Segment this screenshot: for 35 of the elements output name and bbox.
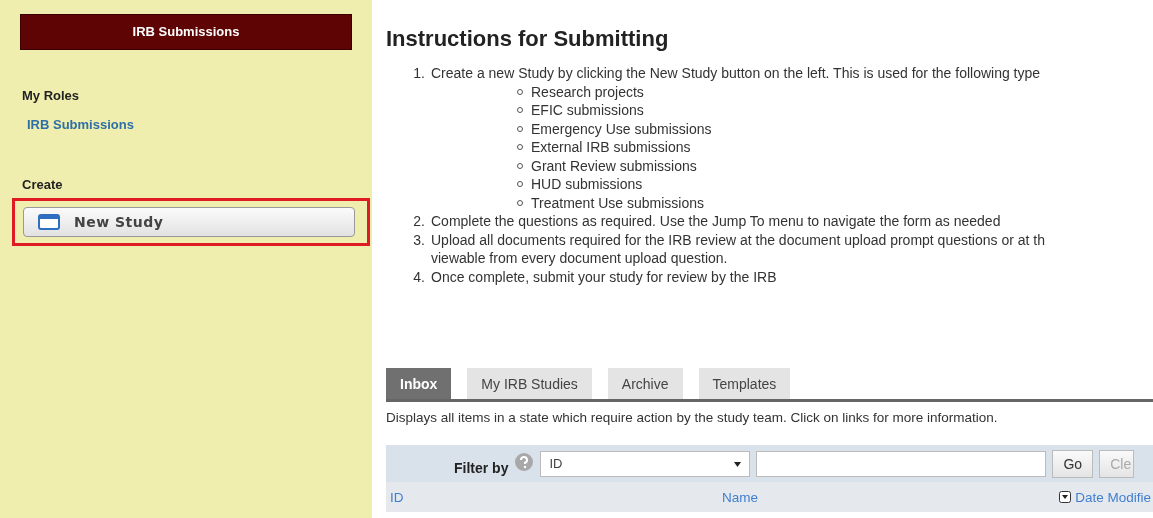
sidebar-title: IRB Submissions: [20, 14, 352, 50]
sub-item-text: Grant Review submissions: [531, 156, 697, 175]
sub-item-text: Treatment Use submissions: [531, 193, 704, 212]
step-text: Upload all documents required for the IRB review at the document upload prompt questions or at th: [431, 230, 1045, 249]
sub-item-text: EFIC submissions: [531, 101, 644, 120]
section-heading: Create: [22, 177, 64, 192]
step-number: 3.: [412, 230, 425, 250]
sub-item-text: External IRB submissions: [531, 138, 691, 157]
tab[interactable]: My IRB Studies: [467, 368, 592, 399]
step-number: 4.: [412, 267, 425, 286]
role-link[interactable]: IRB Submissions: [27, 117, 134, 132]
filter-select[interactable]: ID: [540, 450, 751, 477]
go-button[interactable]: Go: [1052, 449, 1094, 478]
sort-icon[interactable]: [1059, 491, 1072, 503]
step-number: 2.: [412, 212, 425, 231]
sub-item-text: Emergency Use submissions: [531, 119, 712, 138]
section-heading: My Roles: [22, 88, 81, 103]
sub-item-text: HUD submissions: [531, 175, 643, 194]
new-study-button[interactable]: New Study: [23, 207, 355, 237]
step-text: Complete the questions as required. Use the Jump To menu to navigate the form as needed: [431, 212, 1001, 231]
step-text: Create a new Study by clicking the New Study button on the left. This is used for the following type: [431, 64, 1041, 83]
tab[interactable]: Archive: [607, 368, 683, 399]
sub-item-text: Research projects: [531, 82, 644, 101]
window-icon: [38, 214, 60, 230]
page-heading: Instructions for Submitting: [386, 26, 670, 52]
step-text: Once complete, submit your study for review by the IRB: [431, 267, 777, 286]
filter-input[interactable]: [756, 450, 1047, 477]
tab-description: Displays all items in a state which require action by the study team. Click on links for more information.: [386, 410, 999, 425]
step-number: 1.: [412, 64, 425, 83]
help-icon[interactable]: [514, 451, 535, 472]
filter-label: Filter by: [454, 459, 509, 476]
step-text: viewable from every document upload question.: [431, 249, 729, 268]
column-header-link[interactable]: Name: [722, 489, 758, 505]
tab[interactable]: Templates: [698, 368, 791, 399]
tab[interactable]: Inbox: [386, 368, 452, 399]
